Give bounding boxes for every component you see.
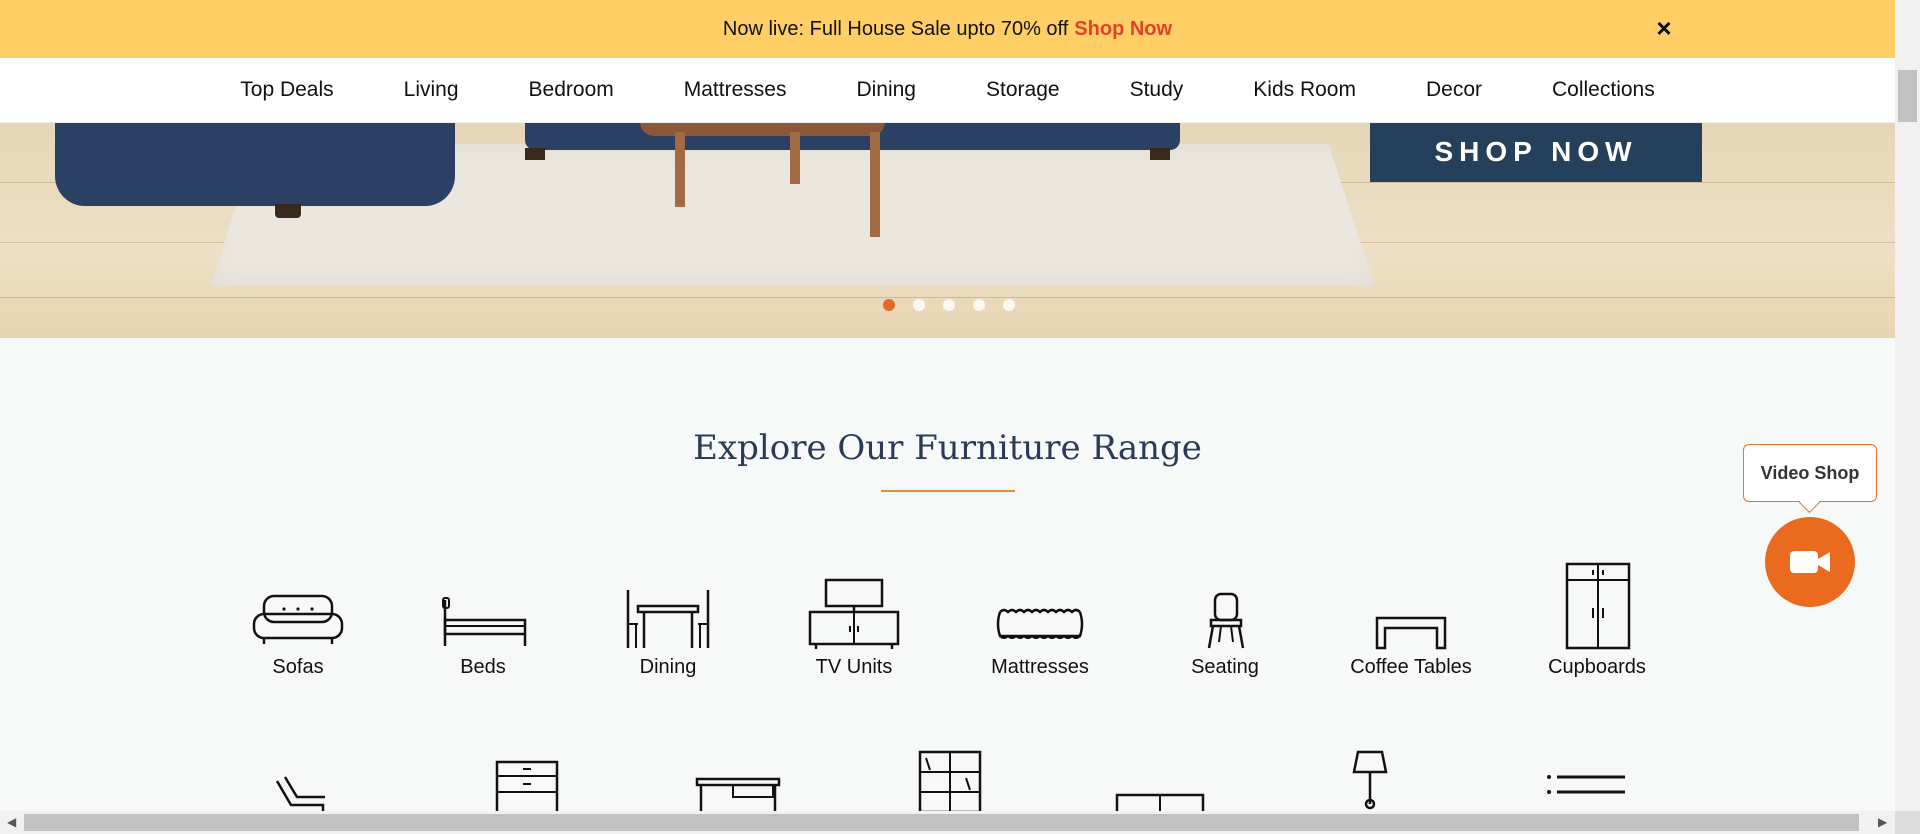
category-label: Coffee Tables	[1350, 656, 1472, 678]
category-seating[interactable]: Seating	[1145, 590, 1305, 679]
video-shop-button[interactable]	[1765, 517, 1855, 607]
category-study-table[interactable]	[688, 776, 788, 811]
scrollbar-corner	[1895, 811, 1920, 834]
nav-item-study[interactable]: Study	[1095, 78, 1219, 102]
mattress-icon	[996, 608, 1084, 639]
nav-item-dining[interactable]: Dining	[821, 78, 951, 102]
category-label: Seating	[1191, 656, 1259, 678]
floor-lamp-icon	[1352, 750, 1388, 810]
more-list-icon	[1547, 775, 1625, 794]
horizontal-scroll-thumb[interactable]	[24, 814, 1859, 831]
announcement-text: Now live: Full House Sale upto 70% off	[722, 17, 1069, 40]
sofa-icon	[252, 594, 344, 644]
category-mattresses[interactable]: Mattresses	[960, 590, 1120, 679]
hero-shop-now-button[interactable]: SHOP NOW	[1370, 122, 1702, 182]
category-floor-lamp[interactable]	[1335, 748, 1405, 810]
page: Now live: Full House Sale upto 70% off S…	[0, 0, 1895, 811]
nav-item-top-deals[interactable]: Top Deals	[205, 78, 368, 102]
chest-of-drawers-icon	[495, 760, 559, 811]
category-beds[interactable]: Beds	[403, 590, 563, 679]
category-label: Mattresses	[991, 656, 1089, 678]
category-cupboards[interactable]: Cupboards	[1517, 562, 1677, 679]
recliner-icon	[275, 776, 325, 811]
nav-item-kids-room[interactable]: Kids Room	[1218, 78, 1391, 102]
dining-table-icon	[626, 590, 710, 648]
main-nav: Top Deals Living Bedroom Mattresses Dini…	[0, 58, 1895, 123]
nav-item-decor[interactable]: Decor	[1391, 78, 1517, 102]
carousel-dots	[883, 299, 1015, 311]
scroll-right-arrow-icon[interactable]: ▶	[1878, 815, 1887, 829]
category-dining[interactable]: Dining	[588, 590, 748, 679]
carousel-dot-5[interactable]	[1003, 299, 1015, 311]
coffee-table-icon	[1375, 616, 1447, 650]
category-shoe-rack[interactable]	[1115, 792, 1205, 811]
nav-item-storage[interactable]: Storage	[951, 78, 1095, 102]
category-coffee-tables[interactable]: Coffee Tables	[1331, 590, 1491, 679]
scroll-left-arrow-icon[interactable]: ◀	[7, 815, 16, 829]
title-underline	[881, 490, 1015, 492]
study-table-icon	[695, 777, 781, 811]
video-camera-icon	[1790, 551, 1830, 573]
carousel-dot-3[interactable]	[943, 299, 955, 311]
nav-item-bedroom[interactable]: Bedroom	[494, 78, 649, 102]
announcement-shop-now-link[interactable]: Shop Now	[1074, 18, 1172, 41]
vertical-scrollbar[interactable]	[1895, 0, 1920, 811]
cupboard-icon	[1565, 562, 1631, 650]
nav-item-collections[interactable]: Collections	[1517, 78, 1690, 102]
close-icon[interactable]: ×	[1648, 12, 1680, 44]
shoe-rack-icon	[1115, 793, 1205, 811]
category-recliner[interactable]	[258, 775, 348, 811]
nav-item-mattresses[interactable]: Mattresses	[649, 78, 822, 102]
video-shop-tooltip: Video Shop	[1743, 444, 1877, 502]
vertical-scroll-thumb[interactable]	[1898, 70, 1917, 122]
horizontal-scrollbar[interactable]: ◀ ▶	[0, 811, 1895, 834]
category-label: Cupboards	[1548, 656, 1646, 678]
section-title: Explore Our Furniture Range	[693, 428, 1202, 468]
carousel-dot-4[interactable]	[973, 299, 985, 311]
announcement-bar: Now live: Full House Sale upto 70% off S…	[0, 0, 1895, 58]
category-sofas[interactable]: Sofas	[218, 590, 378, 679]
sofa-image	[55, 122, 455, 218]
hero-banner[interactable]: SHOP NOW	[0, 122, 1895, 338]
carousel-dot-2[interactable]	[913, 299, 925, 311]
floor-plank-line	[0, 297, 1895, 298]
category-more[interactable]	[1540, 772, 1630, 802]
bed-icon	[442, 597, 527, 646]
category-tv-units[interactable]: TV Units	[774, 578, 934, 679]
category-label: Beds	[460, 656, 506, 678]
carousel-dot-1[interactable]	[883, 299, 895, 311]
category-label: Sofas	[272, 656, 324, 678]
tv-unit-icon	[808, 578, 900, 649]
nav-item-living[interactable]: Living	[369, 78, 494, 102]
bookshelf-icon	[918, 750, 982, 811]
category-chest-of-drawers[interactable]	[480, 758, 570, 811]
category-label: Dining	[639, 656, 697, 678]
category-label: TV Units	[815, 656, 893, 678]
chair-icon	[1207, 592, 1245, 649]
category-bookshelf[interactable]	[903, 750, 993, 811]
